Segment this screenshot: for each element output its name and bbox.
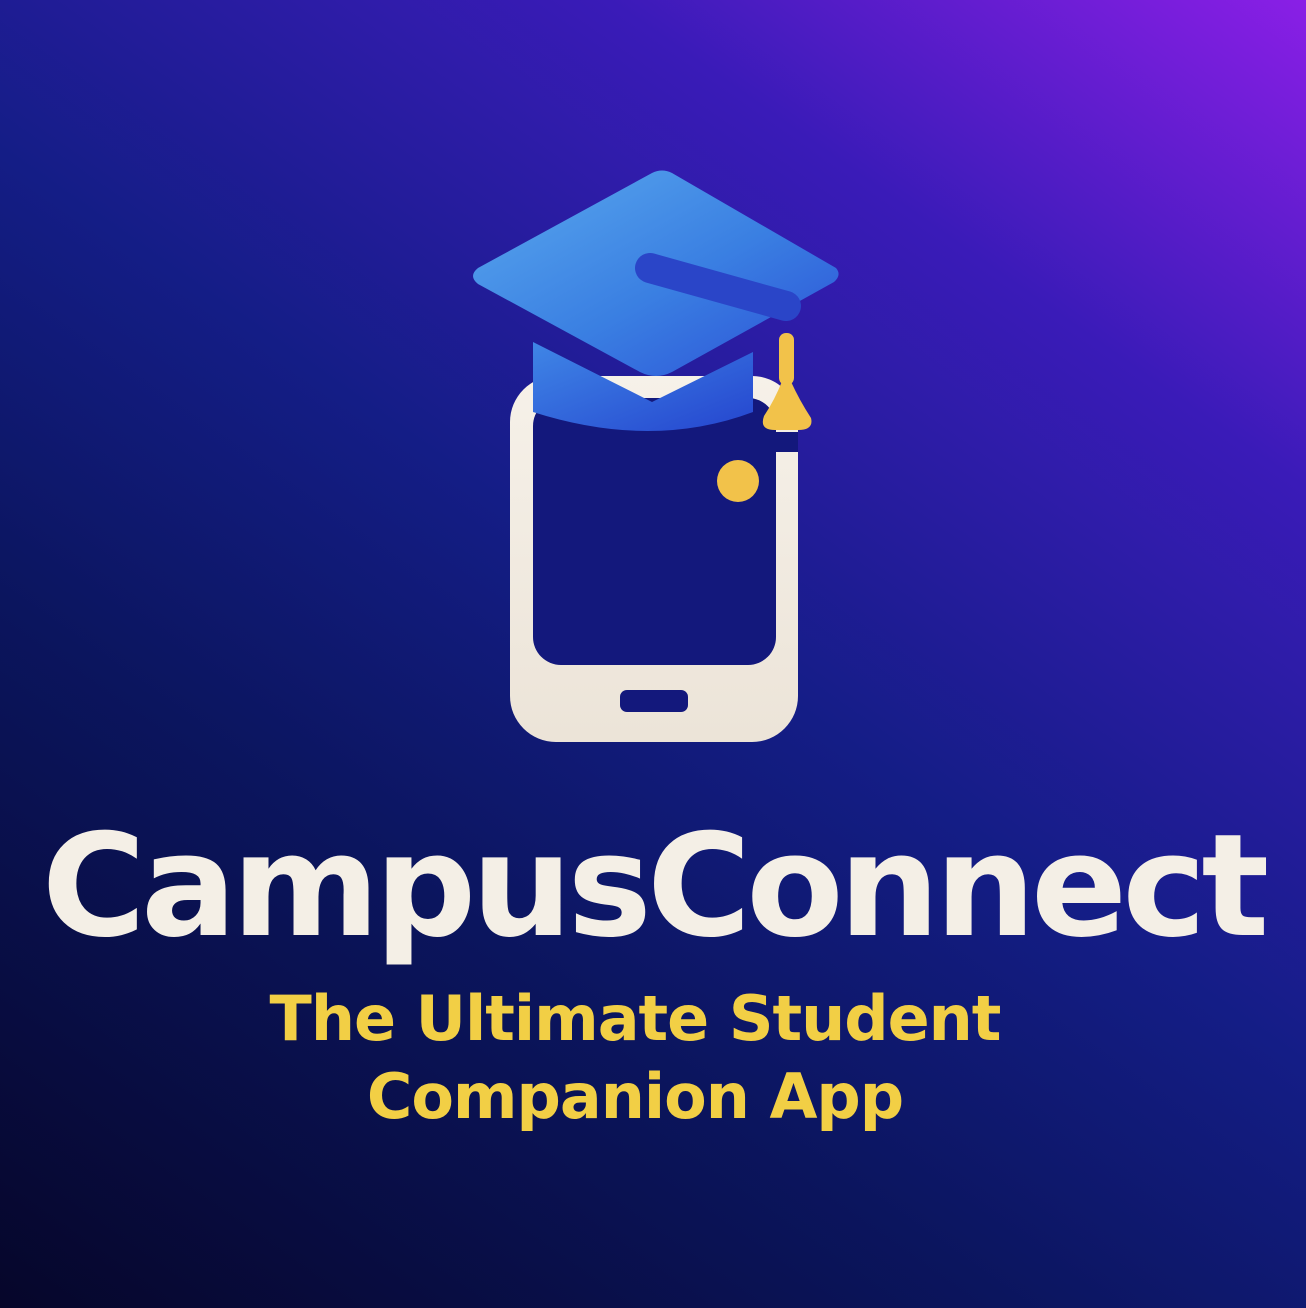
tagline-line-2: Companion App xyxy=(366,1060,904,1133)
app-splash: CampusConnect The Ultimate Student Compa… xyxy=(0,0,1306,1308)
tagline-line-1: The Ultimate Student xyxy=(269,982,1002,1055)
app-name: CampusConnect xyxy=(41,804,1270,969)
app-tagline: The Ultimate Student Companion App xyxy=(240,980,1030,1136)
home-button xyxy=(620,690,688,712)
camera-dot-icon xyxy=(717,460,759,502)
campusconnect-logo xyxy=(473,170,839,742)
